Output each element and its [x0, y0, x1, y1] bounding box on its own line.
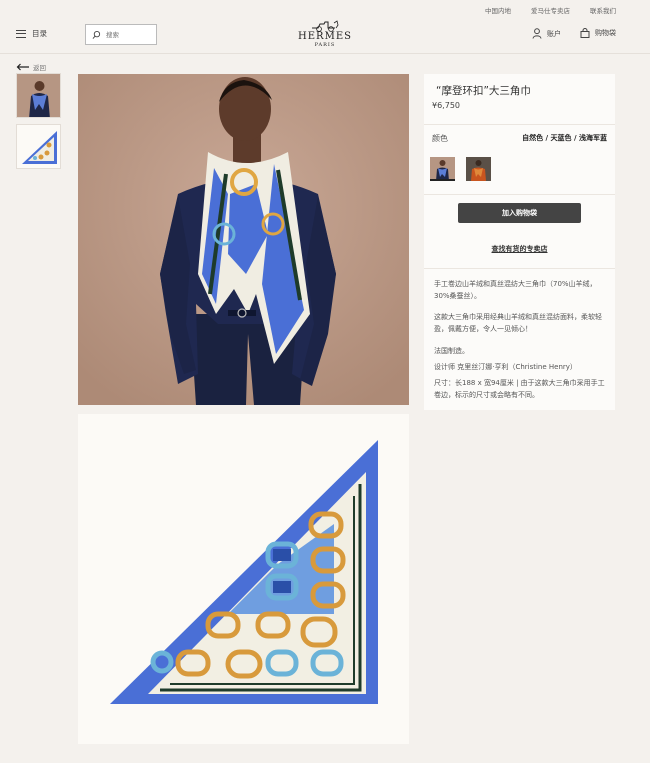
- search-input[interactable]: [106, 30, 156, 39]
- description-composition: 手工卷边山羊绒和真丝混纺大三角巾（70%山羊绒，30%桑蚕丝）。: [434, 280, 597, 300]
- arrow-left-icon: [16, 63, 29, 71]
- description-feature: 这款大三角巾采用经典山羊绒和真丝混纺面料，柔软轻盈，佩戴方便，令人一见倾心！: [434, 313, 602, 333]
- header: 目录 HERMES PARIS 账户 购物袋: [0, 18, 650, 54]
- color-swatch-alt[interactable]: [466, 157, 491, 181]
- product-photo-model: [78, 74, 409, 405]
- back-link[interactable]: 返回: [16, 62, 46, 72]
- account-button[interactable]: 账户: [532, 28, 561, 39]
- description-origin: 法国制造。: [434, 347, 469, 355]
- product-title: “摩登环扣”大三角巾: [436, 85, 531, 97]
- panel-divider: [424, 268, 615, 269]
- search-icon: [92, 30, 101, 39]
- menu-label: 目录: [32, 29, 47, 38]
- top-links: 中国内地 爱马仕专卖店 联系我们: [485, 5, 616, 15]
- bag-label: 购物袋: [595, 29, 616, 37]
- description-designer: 设计师 克里丝汀娜·亨利（Christine Henry）: [434, 363, 577, 371]
- logo-city: PARIS: [314, 42, 336, 48]
- add-to-bag-button[interactable]: 加入购物袋: [458, 203, 581, 223]
- color-label: 颜色: [432, 134, 448, 143]
- panel-divider: [424, 124, 615, 125]
- top-link-region[interactable]: 中国内地: [485, 5, 511, 15]
- product-photo-scarf: [78, 414, 409, 744]
- header-divider: [0, 53, 650, 54]
- search-box[interactable]: [85, 24, 157, 45]
- back-label: 返回: [33, 64, 46, 72]
- color-value: 自然色 / 天蓝色 / 浅海军蓝: [522, 134, 607, 142]
- hermes-logo[interactable]: HERMES PARIS: [298, 19, 352, 48]
- user-icon: [532, 28, 542, 39]
- thumbnail-model[interactable]: [16, 73, 61, 118]
- color-swatch-selected[interactable]: [430, 157, 455, 181]
- thumbnail-scarf[interactable]: [16, 124, 61, 169]
- product-price: ¥6,750: [432, 101, 460, 110]
- bag-icon: [580, 28, 590, 38]
- hamburger-icon: [16, 29, 26, 38]
- panel-divider: [424, 194, 615, 195]
- shopping-bag-button[interactable]: 购物袋: [580, 28, 616, 38]
- logo-brand: HERMES: [298, 31, 352, 42]
- product-info-panel: “摩登环扣”大三角巾 ¥6,750 颜色 自然色 / 天蓝色 / 浅海军蓝 加入…: [424, 74, 615, 410]
- account-label: 账户: [547, 29, 561, 38]
- find-store-link[interactable]: 查找有货的专卖店: [424, 244, 615, 254]
- menu-button[interactable]: 目录: [16, 28, 47, 39]
- description-size: 尺寸：长188 x 宽94厘米 | 由于这款大三角巾采用手工卷边，标示的尺寸或会…: [434, 379, 605, 399]
- top-link-stores[interactable]: 爱马仕专卖店: [531, 5, 570, 15]
- top-link-contact[interactable]: 联系我们: [590, 5, 616, 15]
